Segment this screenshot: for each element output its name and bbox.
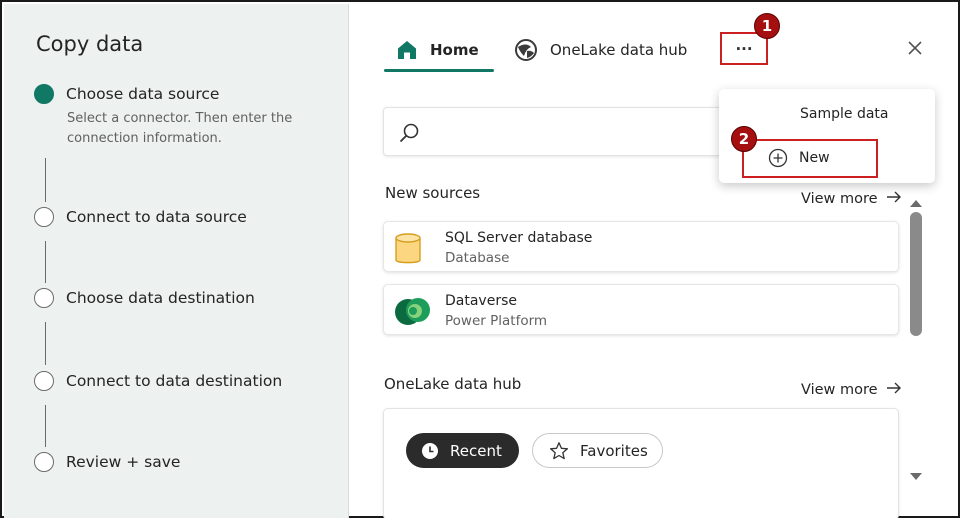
arrow-right-icon bbox=[886, 381, 902, 399]
onelake-icon bbox=[514, 38, 538, 62]
step-indicator bbox=[34, 452, 54, 472]
dataverse-icon bbox=[393, 294, 433, 332]
step-indicator bbox=[34, 371, 54, 391]
scroll-up-icon[interactable] bbox=[909, 193, 923, 212]
step-label: Choose data destination bbox=[66, 289, 255, 307]
source-card-sql-server[interactable]: SQL Server database Database bbox=[383, 221, 899, 272]
search-box[interactable] bbox=[383, 107, 723, 156]
scrollbar-thumb[interactable] bbox=[910, 212, 922, 336]
scroll-down-icon[interactable] bbox=[909, 467, 923, 486]
step-connect-to-data-destination[interactable]: Connect to data destination bbox=[34, 371, 282, 391]
step-review-save[interactable]: Review + save bbox=[34, 452, 180, 472]
step-badge-1: 1 bbox=[754, 13, 780, 39]
onelake-view-more-link[interactable]: View more bbox=[801, 381, 902, 399]
step-connector-line bbox=[45, 241, 46, 283]
step-label: Review + save bbox=[66, 453, 181, 471]
tab-onelake-data-hub[interactable]: OneLake data hub bbox=[514, 28, 698, 72]
source-tabs: Home OneLake data hub bbox=[384, 28, 698, 74]
new-sources-heading: New sources bbox=[385, 184, 481, 202]
source-card-subtitle: Power Platform bbox=[445, 313, 548, 329]
source-card-subtitle: Database bbox=[445, 250, 510, 266]
new-sources-view-more-link[interactable]: View more bbox=[801, 190, 902, 208]
step-active-indicator bbox=[34, 84, 54, 104]
menu-item-new-label: New bbox=[799, 150, 830, 166]
source-card-title: Dataverse bbox=[445, 293, 517, 309]
step-connector-line bbox=[45, 158, 46, 202]
wizard-panel bbox=[4, 4, 349, 518]
step-connector-line bbox=[45, 405, 46, 447]
more-options-label: ··· bbox=[735, 39, 753, 58]
filter-favorites-label: Favorites bbox=[580, 441, 648, 460]
filter-recent-button[interactable]: Recent bbox=[406, 433, 519, 468]
step-indicator bbox=[34, 288, 54, 308]
step-choose-data-destination[interactable]: Choose data destination bbox=[34, 288, 255, 308]
step-label: Connect to data destination bbox=[66, 372, 283, 390]
step-choose-data-source[interactable]: Choose data source bbox=[34, 84, 219, 104]
view-more-label: View more bbox=[801, 191, 878, 207]
source-card-title: SQL Server database bbox=[445, 230, 593, 246]
star-icon bbox=[549, 441, 569, 461]
source-card-dataverse[interactable]: Dataverse Power Platform bbox=[383, 284, 899, 335]
step-label: Connect to data source bbox=[66, 208, 247, 226]
home-icon bbox=[396, 39, 418, 61]
sql-database-icon bbox=[394, 232, 422, 270]
menu-item-sample-data[interactable]: Sample data bbox=[800, 106, 888, 122]
step-connect-to-data-source[interactable]: Connect to data source bbox=[34, 207, 247, 227]
clock-icon bbox=[421, 442, 439, 460]
tab-home-label: Home bbox=[430, 41, 479, 59]
add-circle-icon bbox=[768, 148, 788, 168]
step-label: Choose data source bbox=[66, 85, 220, 103]
close-icon[interactable] bbox=[905, 38, 925, 58]
filter-recent-label: Recent bbox=[450, 441, 502, 460]
view-more-label: View more bbox=[801, 382, 878, 398]
filter-favorites-button[interactable]: Favorites bbox=[532, 433, 663, 468]
step-description: Select a connector. Then enter the conne… bbox=[67, 111, 293, 146]
tab-home[interactable]: Home bbox=[384, 28, 494, 72]
step-connector-line bbox=[45, 322, 46, 365]
copy-data-dialog: Copy data Choose data source Select a co… bbox=[0, 0, 960, 518]
wizard-title: Copy data bbox=[36, 32, 144, 56]
arrow-right-icon bbox=[886, 190, 902, 208]
step-indicator bbox=[34, 207, 54, 227]
search-icon bbox=[398, 122, 420, 148]
menu-item-new[interactable]: New bbox=[768, 148, 830, 168]
tab-onelake-label: OneLake data hub bbox=[550, 41, 688, 59]
onelake-hub-heading: OneLake data hub bbox=[384, 375, 522, 393]
step-badge-2: 2 bbox=[731, 126, 757, 152]
